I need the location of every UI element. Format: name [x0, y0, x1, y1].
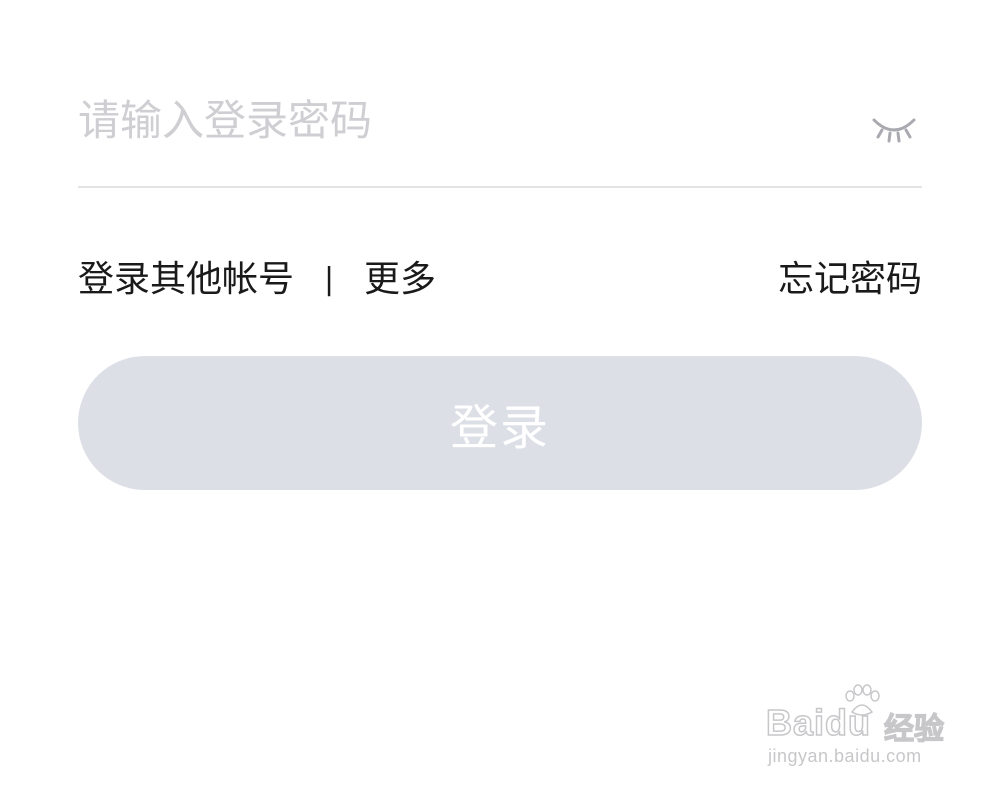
watermark-suffix: 经验: [883, 711, 944, 747]
more-options-link[interactable]: 更多: [364, 252, 436, 308]
login-options-row: 登录其他帐号 | 更多 忘记密码: [78, 252, 922, 308]
password-field-row: [78, 86, 922, 188]
link-separator: |: [324, 262, 335, 297]
login-other-account-link[interactable]: 登录其他帐号: [78, 252, 294, 308]
login-page: 登录其他帐号 | 更多 忘记密码 登录 Baidu 经验 jingyan.bai…: [0, 0, 1000, 792]
forgot-password-link[interactable]: 忘记密码: [778, 252, 922, 308]
password-input[interactable]: [78, 86, 838, 154]
eye-closed-icon[interactable]: [870, 110, 918, 146]
watermark-url: jingyan.baidu.com: [768, 746, 922, 766]
login-button[interactable]: 登录: [78, 356, 922, 490]
baidu-jingyan-watermark: Baidu 经验 jingyan.baidu.com: [764, 684, 954, 774]
watermark-brand: Baidu: [765, 701, 872, 744]
